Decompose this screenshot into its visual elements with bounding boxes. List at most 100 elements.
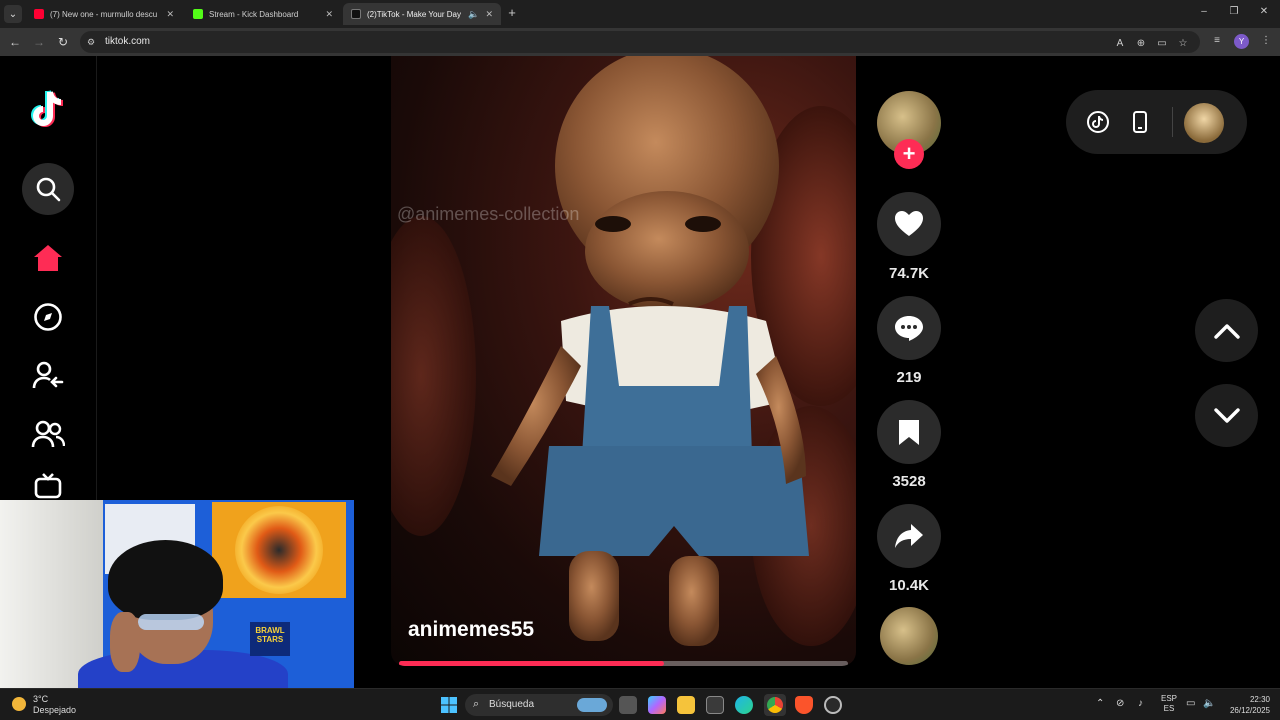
bookmark-button[interactable]	[877, 400, 941, 464]
close-window-icon[interactable]: ✕	[1256, 6, 1272, 17]
comment-bubble-icon	[895, 316, 923, 341]
bookmark-count: 3528	[892, 473, 926, 490]
tab-kick[interactable]: Stream - Kick Dashboard ✕	[185, 3, 341, 25]
chevron-down-icon	[1213, 407, 1240, 423]
explore-compass-icon[interactable]	[24, 293, 72, 341]
profile-avatar[interactable]: Y	[1234, 34, 1249, 49]
live-tv-icon[interactable]	[24, 470, 72, 500]
edge-icon[interactable]	[735, 696, 753, 714]
like-button[interactable]	[877, 192, 941, 256]
get-coins-icon[interactable]	[1086, 110, 1110, 134]
tray-overflow-icon[interactable]: ⌃	[1096, 698, 1104, 709]
chrome-icon	[767, 697, 783, 713]
close-tab-icon[interactable]: ✕	[325, 9, 333, 20]
restore-icon[interactable]: ❐	[1226, 6, 1242, 17]
user-profile-avatar[interactable]	[1184, 103, 1224, 143]
top-right-toolbar	[1066, 90, 1247, 154]
menu-kebab-icon[interactable]: ⋮	[1259, 34, 1273, 48]
weather-description: Despejado	[33, 705, 77, 715]
video-progress-fill	[399, 661, 664, 666]
like-count: 74.7K	[888, 265, 930, 282]
video-watermark: @animemes-collection	[397, 204, 580, 224]
webcam-overlay: BRAWL STARS	[0, 500, 354, 698]
zoom-icon[interactable]: ⊕	[1134, 37, 1148, 51]
forward-icon[interactable]: →	[31, 34, 47, 50]
back-icon[interactable]: ←	[7, 34, 23, 50]
network-off-icon[interactable]: ⊘	[1116, 698, 1124, 709]
file-explorer-icon[interactable]	[677, 696, 695, 714]
search-icon: ⌕	[473, 698, 480, 710]
next-video-button[interactable]	[1195, 384, 1258, 447]
clock-time: 22:30	[1249, 695, 1270, 704]
tiger-image	[235, 506, 323, 594]
share-button[interactable]	[877, 504, 941, 568]
kick-favicon-icon	[193, 9, 203, 19]
tab-tiktok[interactable]: (2)TikTok - Make Your Day 🔈 ✕	[343, 3, 501, 25]
toolbar-separator	[1172, 107, 1173, 137]
weather-temperature: 3°C	[33, 694, 49, 704]
friends-icon[interactable]	[24, 410, 72, 458]
video-progress-bar[interactable]	[399, 661, 848, 666]
tab-audio-icon[interactable]: 🔈	[468, 9, 479, 20]
bookmark-icon	[899, 420, 919, 445]
chevron-up-icon	[1213, 323, 1240, 339]
share-count: 10.4K	[888, 577, 930, 594]
system-clock[interactable]: 22:30 26/12/2025	[1224, 694, 1270, 716]
language-code: ESP	[1160, 694, 1177, 703]
microsoft-store-icon[interactable]	[706, 696, 724, 714]
taskbar-search-label: Búsqueda	[489, 699, 535, 710]
close-tab-icon[interactable]: ✕	[166, 9, 174, 20]
comment-count: 219	[896, 369, 922, 386]
volume-icon[interactable]: 🔈	[1203, 698, 1215, 709]
copilot-icon[interactable]	[648, 696, 666, 714]
address-bar[interactable]: ⚙ tiktok.com A ⊕ ▭ ☆	[80, 31, 1200, 53]
task-view-icon[interactable]	[619, 696, 637, 714]
tiktok-logo-icon[interactable]	[24, 86, 72, 134]
previous-video-button[interactable]	[1195, 299, 1258, 362]
reload-icon[interactable]: ↻	[55, 34, 71, 50]
follow-plus-icon[interactable]: +	[894, 139, 924, 169]
browser-toolbar: ← → ↻ ⚙ tiktok.com A ⊕ ▭ ☆ ≡ Y ⋮	[0, 28, 1280, 56]
translate-icon[interactable]: A	[1113, 37, 1127, 51]
video-player[interactable]: @animemes-collection animemes55	[391, 56, 856, 666]
home-icon[interactable]	[24, 234, 72, 282]
share-arrow-icon	[895, 524, 923, 548]
clock-date: 26/12/2025	[1229, 706, 1270, 715]
install-app-icon[interactable]: ▭	[1155, 37, 1169, 51]
close-tab-icon[interactable]: ✕	[485, 9, 493, 20]
start-windows-icon[interactable]	[440, 696, 458, 714]
sidebar-divider	[96, 56, 97, 500]
microphone-icon[interactable]: ♪	[1138, 698, 1143, 709]
taskbar-search[interactable]: ⌕ Búsqueda	[465, 694, 613, 716]
language-indicator[interactable]: ESP ES	[1160, 694, 1178, 714]
search-highlight-icon	[577, 698, 607, 712]
weather-moon-icon[interactable]	[12, 697, 26, 711]
get-app-phone-icon[interactable]	[1128, 110, 1152, 134]
tiktok-favicon-icon	[351, 9, 361, 19]
webcam-person-glasses	[138, 614, 204, 630]
site-info-icon[interactable]: ⚙	[87, 36, 99, 48]
new-tab-button[interactable]: +	[505, 5, 519, 21]
reading-list-icon[interactable]: ≡	[1210, 34, 1224, 48]
sound-disc-avatar[interactable]	[880, 607, 938, 665]
comment-button[interactable]	[877, 296, 941, 360]
browser-tab-bar: ⌄ (7) New one - murmullo descu ✕ Stream …	[0, 0, 1280, 28]
windows-taskbar: 3°C Despejado ⌕ Búsqueda ⌃ ⊘ ♪ ESP ES ▭ …	[0, 688, 1280, 720]
brave-icon[interactable]	[795, 696, 813, 714]
tab-title: Stream - Kick Dashboard	[209, 9, 299, 19]
bookmark-star-icon[interactable]: ☆	[1176, 37, 1190, 51]
obs-icon[interactable]	[824, 696, 842, 714]
webcam-person-hair	[108, 540, 223, 620]
url-text: tiktok.com	[105, 36, 151, 47]
tab-youtube[interactable]: (7) New one - murmullo descu ✕	[26, 3, 182, 25]
search-icon[interactable]	[22, 163, 74, 215]
display-icon[interactable]: ▭	[1186, 698, 1195, 709]
tab-title: (7) New one - murmullo descu	[50, 9, 158, 19]
video-author[interactable]: animemes55	[408, 618, 534, 642]
tab-search-chevron-icon[interactable]: ⌄	[4, 5, 22, 23]
minimize-icon[interactable]: –	[1196, 6, 1212, 17]
brawl-stars-poster: BRAWL STARS	[250, 622, 290, 656]
chrome-active-frame[interactable]	[764, 694, 786, 716]
tab-title: (2)TikTok - Make Your Day	[367, 9, 461, 19]
following-icon[interactable]	[24, 351, 72, 399]
